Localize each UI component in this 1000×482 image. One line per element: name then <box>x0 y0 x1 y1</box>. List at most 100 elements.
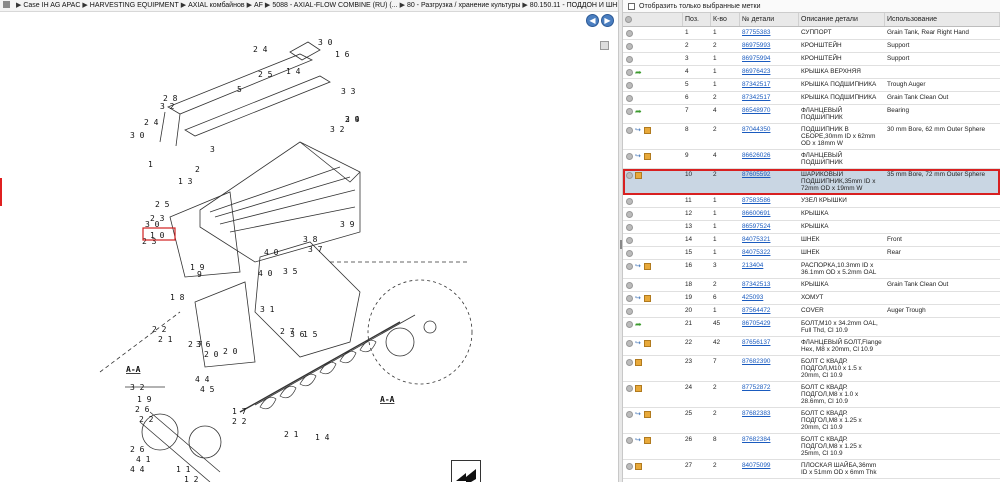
select-dot-icon[interactable] <box>626 127 633 134</box>
select-dot-icon[interactable] <box>626 263 633 270</box>
breadcrumb-item[interactable]: 80 - Разгрузка / хранение культуры <box>407 2 520 9</box>
callout-label[interactable]: 4 4 <box>130 465 145 474</box>
table-row[interactable]: 23 7 87682390 БОЛТ С КВАДР. ПОДГОЛ,M10 x 1.… <box>623 356 1000 382</box>
select-dot-icon[interactable] <box>626 295 633 302</box>
callout-label[interactable]: 4 5 <box>200 385 215 394</box>
part-number-link[interactable]: 86548970 <box>742 107 770 114</box>
table-row-selected[interactable]: 10 2 87605592 ШАРИКОВЫЙ ПОДШИПНИК,35mm ID x… <box>623 169 1000 195</box>
select-dot-icon[interactable] <box>626 340 633 347</box>
select-dot-icon[interactable] <box>626 82 633 89</box>
table-row[interactable]: ↪ 25 2 87682383 БОЛТ С КВАДР. ПОДГОЛ,M8 x 1.… <box>623 408 1000 434</box>
home-icon[interactable] <box>3 1 10 8</box>
table-row[interactable]: ↪ 22 42 87656137 ФЛАНЦЕВЫЙ БОЛТ,Flange Hex, … <box>623 337 1000 356</box>
callout-label[interactable]: 5 <box>237 85 242 94</box>
callout-label[interactable]: 1 4 <box>315 433 330 442</box>
part-number-link[interactable]: 86975994 <box>742 55 770 62</box>
select-dot-icon[interactable] <box>626 463 633 470</box>
callout-label[interactable]: 3 8 <box>303 235 318 244</box>
callout-label[interactable]: 1 5 <box>303 330 318 339</box>
callout-label[interactable]: 9 <box>197 270 202 279</box>
callout-label[interactable]: 1 7 <box>232 407 247 416</box>
table-row[interactable]: 3 1 86975994 КРОНШТЕЙН Support <box>623 53 1000 66</box>
part-number-link[interactable]: 86705429 <box>742 320 770 327</box>
package-icon[interactable] <box>644 127 651 134</box>
callout-label[interactable]: 1 8 <box>170 293 185 302</box>
callout-label[interactable]: 2 5 <box>258 70 273 79</box>
callout-label[interactable]: 2 0 <box>223 347 238 356</box>
package-icon[interactable] <box>644 411 651 418</box>
part-number-link[interactable]: 86975993 <box>742 42 770 49</box>
select-dot-icon[interactable] <box>626 308 633 315</box>
package-icon[interactable] <box>635 359 642 366</box>
callout-label[interactable]: 2 1 <box>158 335 173 344</box>
part-number-link[interactable]: 87044350 <box>742 126 770 133</box>
select-dot-icon[interactable] <box>626 237 633 244</box>
green-arrow-icon[interactable]: ➦ <box>635 69 643 77</box>
callout-label[interactable]: 2 6 <box>135 405 150 414</box>
green-arrow-icon[interactable]: ➦ <box>635 108 643 116</box>
callout-label[interactable]: 1 1 <box>176 465 191 474</box>
table-row[interactable]: ↪ 8 2 87044350 ПОДШИПНИК В СБОРЕ,30mm ID x 6… <box>623 124 1000 150</box>
callout-label[interactable]: 1 6 <box>335 50 350 59</box>
table-row[interactable]: 18 2 87342513 КРЫШКА Grain Tank Clean Out <box>623 279 1000 292</box>
breadcrumb-item[interactable]: AF <box>254 2 263 9</box>
table-row[interactable]: 2 2 86975993 КРОНШТЕЙН Support <box>623 40 1000 53</box>
part-number-link[interactable]: 87656137 <box>742 339 770 346</box>
callout-label[interactable]: 2 2 <box>139 415 154 424</box>
table-row[interactable]: ➦ 7 4 86548970 ФЛАНЦЕВЫЙ ПОДШИПНИК Bearing <box>623 105 1000 124</box>
callout-label[interactable]: 2 2 <box>232 417 247 426</box>
part-number-link[interactable]: 84075322 <box>742 249 770 256</box>
part-number-link[interactable]: 84075321 <box>742 236 770 243</box>
callout-label[interactable]: 2 0 <box>204 350 219 359</box>
select-dot-icon[interactable] <box>626 224 633 231</box>
filter-checkbox[interactable] <box>628 2 635 10</box>
callout-label[interactable]: 2 9 <box>345 115 360 124</box>
part-number-link[interactable]: 425093 <box>742 294 763 301</box>
part-number-link[interactable]: 87755383 <box>742 29 770 36</box>
part-number-link[interactable]: 213404 <box>742 262 763 269</box>
package-icon[interactable] <box>644 295 651 302</box>
splitter-grip-icon[interactable] <box>620 240 622 249</box>
parts-diagram[interactable]: 2 43 01 62 51 452 83 33 42 42 93 23 23 0… <box>0 12 618 482</box>
select-dot-icon[interactable] <box>626 250 633 257</box>
select-dot-icon[interactable] <box>626 411 633 418</box>
select-dot-icon[interactable] <box>626 198 633 205</box>
breadcrumb-item[interactable]: Case IH AG APAC <box>23 2 80 9</box>
callout-label[interactable]: 2 1 <box>284 430 299 439</box>
part-number-link[interactable]: 86600691 <box>742 210 770 217</box>
table-row[interactable]: 12 1 86600691 КРЫШКА <box>623 208 1000 221</box>
replacement-arrow-icon[interactable]: ↪ <box>635 340 642 347</box>
header-dot-icon[interactable] <box>625 16 632 23</box>
callout-label[interactable]: 3 1 <box>260 305 275 314</box>
header-usage[interactable]: Использование <box>885 13 1000 26</box>
part-number-link[interactable]: 87752872 <box>742 384 770 391</box>
part-number-link[interactable]: 87342517 <box>742 81 770 88</box>
callout-label[interactable]: 1 4 <box>286 67 301 76</box>
table-row[interactable]: ↪ 9 4 86626026 ФЛАНЦЕВЫЙ ПОДШИПНИК <box>623 150 1000 169</box>
package-icon[interactable] <box>635 385 642 392</box>
replacement-arrow-icon[interactable]: ↪ <box>635 127 642 134</box>
table-row[interactable]: ↪ 19 6 425093 ХОМУТ <box>623 292 1000 305</box>
package-icon[interactable] <box>644 263 651 270</box>
table-row[interactable]: 24 2 87752872 БОЛТ С КВАДР. ПОДГОЛ,M8 x 1.0… <box>623 382 1000 408</box>
select-dot-icon[interactable] <box>626 211 633 218</box>
select-dot-icon[interactable] <box>626 359 633 366</box>
callout-label[interactable]: 1 <box>148 160 153 169</box>
select-dot-icon[interactable] <box>626 282 633 289</box>
part-number-link[interactable]: 87342513 <box>742 281 770 288</box>
part-number-link[interactable]: 87564472 <box>742 307 770 314</box>
table-row[interactable]: ↪ 26 8 87682384 БОЛТ С КВАДР. ПОДГОЛ,M8 x 1.… <box>623 434 1000 460</box>
table-row[interactable]: ➦ 21 45 86705429 БОЛТ,M10 x 34.2mm OAL, Full… <box>623 318 1000 337</box>
callout-label[interactable]: 2 6 <box>130 445 145 454</box>
replacement-arrow-icon[interactable]: ↪ <box>635 295 642 302</box>
collapse-icon[interactable] <box>600 41 609 50</box>
callout-label[interactable]: 3 2 <box>330 125 345 134</box>
table-row[interactable]: 14 1 84075321 ШНЕК Front <box>623 234 1000 247</box>
callout-label[interactable]: 3 6 <box>196 340 211 349</box>
callout-label[interactable]: 1 3 <box>178 177 193 186</box>
header-qty[interactable]: К-во <box>711 13 740 26</box>
part-number-link[interactable]: 87682390 <box>742 358 770 365</box>
callout-label[interactable]: 2 5 <box>155 200 170 209</box>
callout-label[interactable]: 4 0 <box>264 248 279 257</box>
part-number-link[interactable]: 86626026 <box>742 152 770 159</box>
